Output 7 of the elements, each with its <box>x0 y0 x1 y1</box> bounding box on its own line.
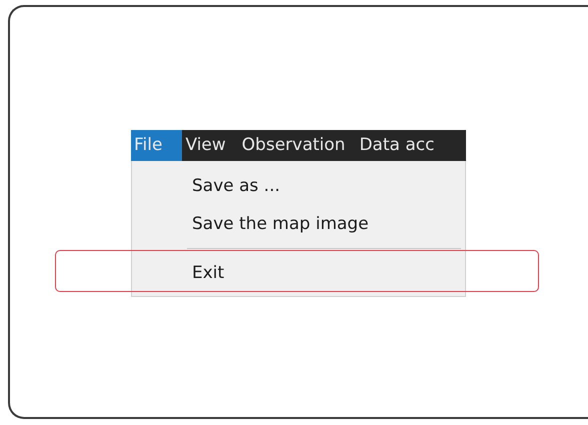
menu-title[interactable]: Data acc <box>356 130 442 161</box>
menu-item[interactable]: Save the map image <box>192 214 369 234</box>
menu-item[interactable]: Save as ... <box>192 176 280 196</box>
menu-title[interactable]: File <box>131 130 182 161</box>
menu-item[interactable]: Exit <box>192 263 224 283</box>
menu-title[interactable]: Observation <box>238 130 356 161</box>
menu-title[interactable]: View <box>182 130 239 161</box>
